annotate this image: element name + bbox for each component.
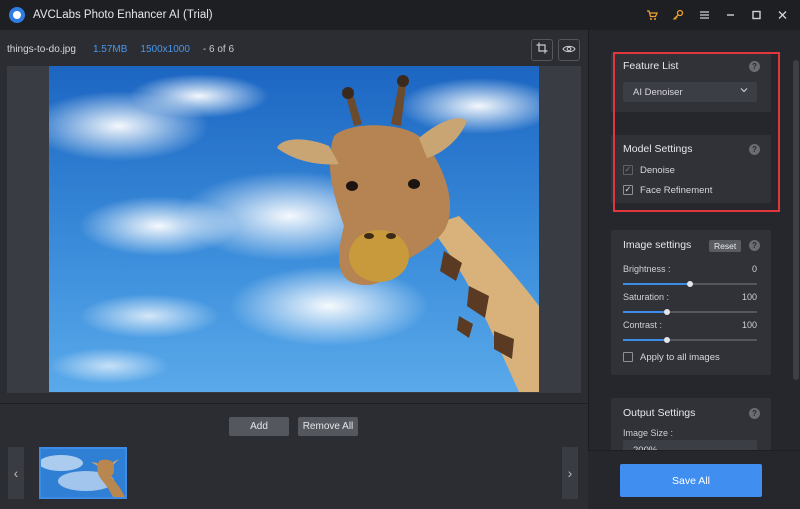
crop-icon <box>536 41 548 59</box>
brightness-slider-fill <box>623 283 690 285</box>
key-icon[interactable] <box>666 3 690 27</box>
next-thumbnail-button[interactable]: › <box>562 447 578 499</box>
help-icon[interactable]: ? <box>749 408 760 419</box>
minimize-icon[interactable] <box>718 3 742 27</box>
saturation-slider[interactable] <box>623 309 757 315</box>
help-icon[interactable]: ? <box>749 240 760 251</box>
add-button[interactable]: Add <box>229 417 289 436</box>
save-all-button[interactable]: Save All <box>620 464 762 497</box>
brightness-slider[interactable] <box>623 281 757 287</box>
apply-all-label: Apply to all images <box>640 352 720 363</box>
window-controls <box>640 0 794 30</box>
panel-scrollbar[interactable] <box>793 60 799 380</box>
contrast-value: 100 <box>741 320 757 330</box>
window-title: AVCLabs Photo Enhancer AI (Trial) <box>33 9 213 21</box>
highlight-box <box>613 52 780 212</box>
maximize-icon[interactable] <box>744 3 768 27</box>
image-position: - 6 of 6 <box>202 43 235 55</box>
chevron-right-icon: › <box>567 465 573 481</box>
brightness-label: Brightness : <box>623 264 671 274</box>
file-name: things-to-do.jpg <box>7 43 76 55</box>
image-settings-title: Image settings <box>623 239 692 251</box>
close-icon[interactable] <box>770 3 794 27</box>
image-settings-card: Image settings Reset ? Brightness : 0 Sa… <box>611 230 771 375</box>
apply-all-checkbox[interactable] <box>623 352 633 362</box>
save-bar: Save All <box>588 450 800 509</box>
saturation-value: 100 <box>741 292 757 302</box>
contrast-slider[interactable] <box>623 337 757 343</box>
crop-button[interactable] <box>531 39 553 61</box>
contrast-label: Contrast : <box>623 320 663 330</box>
file-size: 1.57MB <box>92 43 128 55</box>
menu-icon[interactable] <box>692 3 716 27</box>
image-resolution: 1500x1000 <box>140 43 190 55</box>
reset-button[interactable]: Reset <box>709 240 742 252</box>
divider <box>0 403 588 404</box>
remove-all-button[interactable]: Remove All <box>298 417 358 436</box>
image-preview <box>7 66 581 393</box>
contrast-slider-fill <box>623 339 668 341</box>
prev-thumbnail-button[interactable]: ‹ <box>8 447 24 499</box>
saturation-label: Saturation : <box>623 292 670 302</box>
chevron-left-icon: ‹ <box>13 465 19 481</box>
saturation-slider-fill <box>623 311 668 313</box>
app-logo-icon <box>9 7 25 23</box>
image-size-label: Image Size : <box>623 428 674 438</box>
cart-icon[interactable] <box>640 3 664 27</box>
file-info-bar: things-to-do.jpg 1.57MB 1500x1000 - 6 of… <box>0 30 588 68</box>
brightness-slider-handle[interactable] <box>687 281 693 287</box>
output-settings-title: Output Settings <box>623 407 696 419</box>
eye-icon <box>562 41 576 59</box>
title-bar: AVCLabs Photo Enhancer AI (Trial) <box>0 0 800 30</box>
contrast-slider-handle[interactable] <box>664 337 671 343</box>
saturation-slider-handle[interactable] <box>664 309 671 315</box>
thumbnail-selected[interactable] <box>39 447 127 499</box>
preview-photo <box>49 66 539 392</box>
brightness-value: 0 <box>751 264 757 274</box>
thumbnail-strip: ‹ › <box>0 438 588 509</box>
compare-button[interactable] <box>558 39 580 61</box>
